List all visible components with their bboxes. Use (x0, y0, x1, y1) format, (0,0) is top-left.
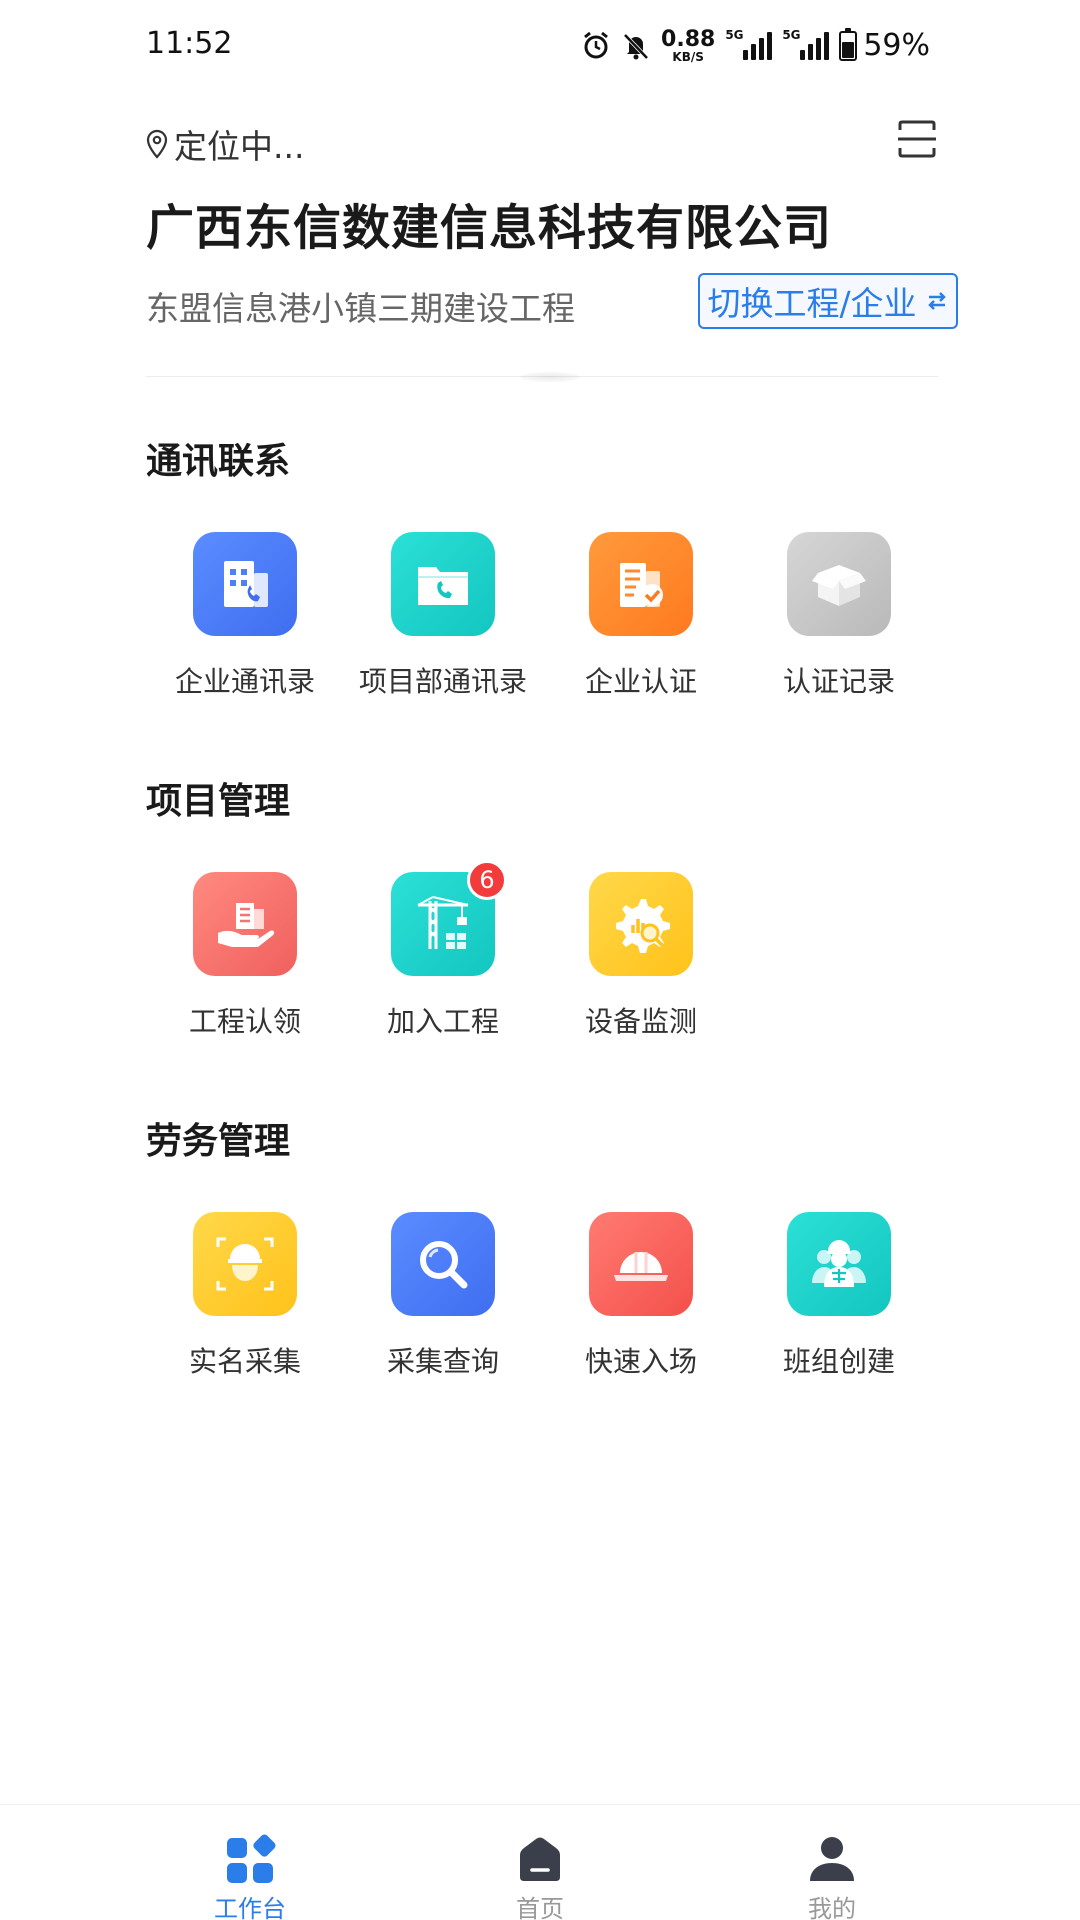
status-icons: 0.88 KB/S 5G 5G 59% (581, 26, 930, 64)
battery-icon (839, 27, 858, 61)
battery-percent: 59% (863, 28, 930, 63)
net-speed: 0.88 KB/S (661, 26, 716, 64)
bottom-nav: 工作台 首页 我的 (0, 1804, 1080, 1920)
sim1-signal-icon: 5G (725, 28, 773, 60)
location-pin-icon (146, 129, 168, 159)
search-icon (391, 1212, 495, 1316)
net-speed-unit: KB/S (672, 49, 704, 64)
battery: 59% (839, 27, 930, 63)
menu-item-join-project[interactable]: 6 加入工程 (344, 860, 542, 1040)
company-title: 广西东信数建信息科技有限公司 (146, 200, 833, 256)
nav-item-home[interactable]: 首页 (460, 1833, 620, 1920)
section-title-labor-management: 劳务管理 (146, 1121, 291, 1162)
crane-icon: 6 (391, 860, 507, 976)
folder-phone-icon (391, 532, 495, 636)
hand-building-icon (193, 872, 297, 976)
bell-off-icon (623, 33, 649, 59)
user-icon (810, 1837, 854, 1881)
contacts-grid: 企业通讯录 项目部通讯录 企业认证 认证记录 (146, 532, 938, 700)
menu-item-label: 班组创建 (782, 1345, 895, 1378)
sim2-signal-icon: 5G (782, 28, 830, 60)
nav-label-home: 首页 (516, 1895, 564, 1920)
menu-item-label: 实名采集 (188, 1345, 301, 1378)
building-phone-icon (193, 532, 297, 636)
location[interactable]: 定位中... (146, 120, 304, 168)
worker-scan-icon (193, 1212, 297, 1316)
divider-shadow (520, 372, 580, 382)
labor-management-grid: 实名采集 采集查询 快速入场 班组创建 (146, 1212, 938, 1380)
status-bar: 11:52 0.88 KB/S 5G 5G 59% (0, 0, 1080, 96)
gear-search-icon (589, 872, 693, 976)
menu-item-label: 工程认领 (188, 1005, 301, 1038)
section-title-contacts: 通讯联系 (146, 441, 291, 482)
menu-item-certification-records[interactable]: 认证记录 (740, 532, 938, 700)
menu-item-label: 加入工程 (386, 1005, 499, 1038)
menu-item-label: 项目部通讯录 (358, 665, 527, 698)
scan-icon[interactable] (896, 118, 938, 160)
home-icon (520, 1837, 560, 1881)
status-time: 11:52 (146, 26, 233, 61)
net-speed-value: 0.88 (661, 26, 716, 52)
menu-item-project-contacts[interactable]: 项目部通讯录 (344, 532, 542, 700)
menu-item-collection-query[interactable]: 采集查询 (344, 1212, 542, 1380)
menu-item-team-creation[interactable]: 班组创建 (740, 1212, 938, 1380)
menu-item-label: 采集查询 (386, 1345, 499, 1378)
menu-item-enterprise-contacts[interactable]: 企业通讯录 (146, 532, 344, 700)
project-name: 东盟信息港小镇三期建设工程 (146, 289, 575, 328)
menu-item-label: 企业通讯录 (174, 665, 315, 698)
menu-item-project-claim[interactable]: 工程认领 (146, 872, 344, 1040)
nav-label-mine: 我的 (808, 1895, 856, 1920)
location-text: 定位中... (174, 127, 305, 166)
switch-project-label: 切换工程/企业 (707, 284, 917, 323)
menu-item-enterprise-certification[interactable]: 企业认证 (542, 532, 740, 700)
building-check-icon (589, 532, 693, 636)
box-icon (787, 532, 891, 636)
alarm-icon (584, 31, 608, 58)
switch-project-button[interactable]: 切换工程/企业 (698, 273, 958, 329)
menu-item-label: 企业认证 (584, 665, 697, 698)
helmet-icon (589, 1212, 693, 1316)
menu-item-realname-collection[interactable]: 实名采集 (146, 1212, 344, 1380)
section-title-project-management: 项目管理 (146, 781, 291, 822)
project-management-grid: 工程认领 6 加入工程 设备监测 (146, 860, 938, 1040)
team-icon (787, 1212, 891, 1316)
menu-item-quick-entry[interactable]: 快速入场 (542, 1212, 740, 1380)
join-project-badge: 6 (467, 860, 507, 900)
menu-item-label: 认证记录 (782, 665, 895, 698)
nav-item-mine[interactable]: 我的 (752, 1833, 912, 1920)
swap-icon (927, 292, 946, 310)
menu-item-equipment-monitoring[interactable]: 设备监测 (542, 872, 740, 1040)
workbench-icon (227, 1834, 276, 1883)
sim2-tag: 5G (782, 27, 801, 42)
nav-label-workbench: 工作台 (214, 1895, 286, 1920)
menu-item-label: 设备监测 (584, 1005, 697, 1038)
nav-item-workbench[interactable]: 工作台 (170, 1833, 330, 1920)
sim1-tag: 5G (725, 27, 744, 42)
menu-item-label: 快速入场 (584, 1345, 697, 1378)
